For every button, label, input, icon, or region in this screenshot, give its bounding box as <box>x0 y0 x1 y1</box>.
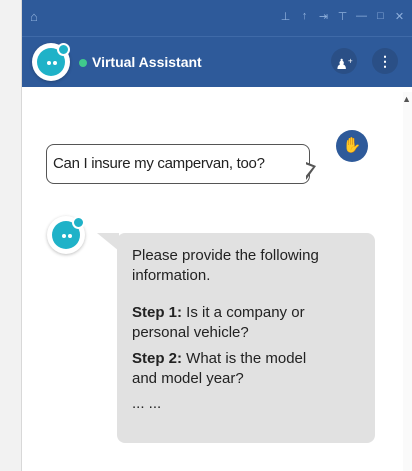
maximize-icon[interactable]: □ <box>371 10 390 23</box>
assistant-name: Virtual Assistant <box>92 54 202 70</box>
user-message-bubble: Can I insure my campervan, too? <box>46 144 310 184</box>
minimize-icon[interactable]: — <box>352 10 371 23</box>
scroll-up-arrow-icon[interactable]: ▲ <box>402 94 411 104</box>
chat-window: ⌂ ⊥ ↑ ⇥ ⊤ — □ ✕ Virtual Assistant ♟+ ⋮ ▲… <box>21 0 412 471</box>
dock-top-icon[interactable]: ⊤ <box>333 10 352 23</box>
bot-bubble-tail <box>97 233 119 251</box>
dock-icon[interactable]: ⇥ <box>314 10 333 23</box>
user-message-text: Can I insure my campervan, too? <box>53 155 265 172</box>
assistant-avatar <box>32 43 70 81</box>
add-user-icon: ♟+ <box>335 55 353 72</box>
scrollbar[interactable] <box>403 92 412 471</box>
home-icon[interactable]: ⌂ <box>30 9 38 24</box>
bot-intro: Please provide the following information… <box>132 247 319 284</box>
bot-step-1: Step 1: Is it a company or personal vehi… <box>132 304 305 341</box>
user-avatar: ✋ <box>336 130 368 162</box>
window-controls: ⊥ ↑ ⇥ ⊤ — □ ✕ <box>276 10 409 23</box>
bot-message-avatar <box>47 216 85 254</box>
add-user-button[interactable]: ♟+ <box>331 48 357 74</box>
bot-message-bubble: Please provide the following information… <box>117 233 375 443</box>
title-bar: ⌂ ⊥ ↑ ⇥ ⊤ — □ ✕ <box>22 0 412 36</box>
close-icon[interactable]: ✕ <box>390 10 409 23</box>
pin-up-icon[interactable]: ↑ <box>295 10 314 23</box>
bot-step-2: Step 2: What is the model and model year… <box>132 350 307 387</box>
chat-header: Virtual Assistant ♟+ ⋮ <box>22 36 412 87</box>
more-options-button[interactable]: ⋮ <box>372 48 398 74</box>
user-hand-icon: ✋ <box>342 137 362 154</box>
more-vertical-icon: ⋮ <box>378 53 392 69</box>
pin-icon[interactable]: ⊥ <box>276 10 295 23</box>
online-status-dot <box>79 59 87 67</box>
bot-ellipsis: ... ... <box>132 395 162 412</box>
